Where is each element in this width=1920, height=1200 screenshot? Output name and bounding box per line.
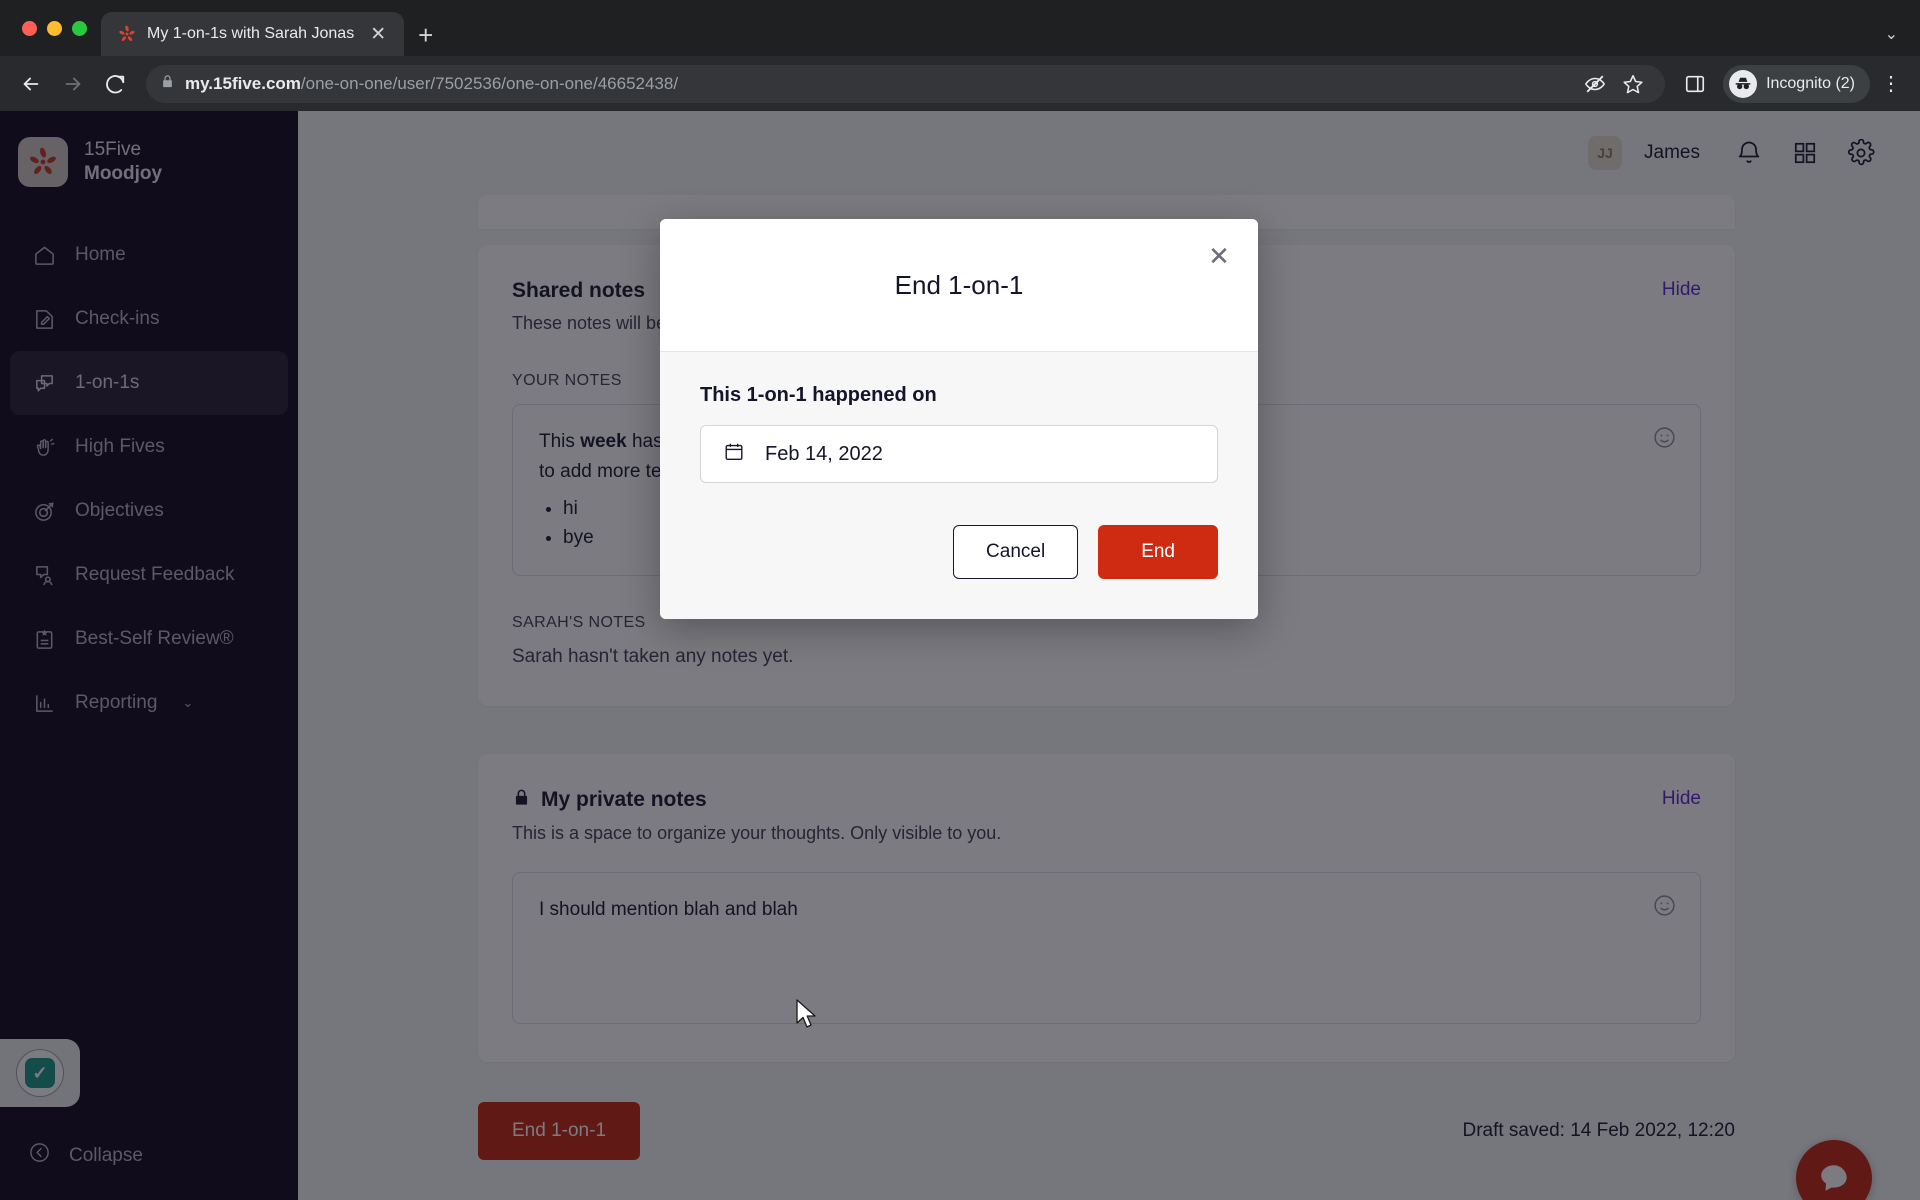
reload-button[interactable]	[96, 65, 134, 103]
close-icon[interactable]: ✕	[1204, 241, 1234, 271]
browser-menu-icon[interactable]: ⋮	[1874, 66, 1908, 102]
forward-button	[54, 65, 92, 103]
address-bar-actions	[1577, 66, 1651, 102]
browser-toolbar: my.15five.com/one-on-one/user/7502536/on…	[0, 56, 1920, 111]
modal-actions: Cancel End	[700, 525, 1218, 579]
close-window-button[interactable]	[22, 20, 37, 36]
window-traffic-lights	[16, 0, 101, 56]
modal-body: This 1-on-1 happened on Feb 14, 2022 Can…	[660, 352, 1258, 619]
end-button[interactable]: End	[1098, 525, 1218, 579]
browser-window: My 1-on-1s with Sarah Jonas ✕ + ⌄ my.15f…	[0, 0, 1920, 1200]
url-domain: my.15five.com	[185, 73, 301, 93]
bookmark-star-icon[interactable]	[1615, 66, 1651, 102]
date-field-label: This 1-on-1 happened on	[700, 384, 937, 406]
tab-list-chevron-down-icon[interactable]: ⌄	[1885, 24, 1898, 44]
profile-label: Incognito (2)	[1766, 74, 1855, 92]
maximize-window-button[interactable]	[72, 20, 87, 36]
minimize-window-button[interactable]	[47, 20, 62, 36]
end-one-on-one-modal: End 1-on-1 ✕ This 1-on-1 happened on Feb…	[660, 219, 1258, 619]
browser-tab-title: My 1-on-1s with Sarah Jonas	[147, 25, 355, 42]
date-picker-value: Feb 14, 2022	[765, 442, 883, 465]
tab-close-icon[interactable]: ✕	[364, 21, 392, 48]
cancel-button[interactable]: Cancel	[953, 525, 1079, 579]
calendar-icon	[723, 441, 745, 468]
profile-incognito-button[interactable]: Incognito (2)	[1723, 64, 1870, 103]
lock-icon	[160, 74, 175, 94]
favicon-15five-icon	[117, 24, 137, 44]
new-tab-button[interactable]: +	[418, 22, 433, 48]
modal-title: End 1-on-1	[894, 269, 1024, 300]
address-bar-url: my.15five.com/one-on-one/user/7502536/on…	[185, 74, 678, 94]
no-tracking-eye-icon[interactable]	[1577, 66, 1613, 102]
address-bar[interactable]: my.15five.com/one-on-one/user/7502536/on…	[146, 64, 1666, 103]
browser-tab[interactable]: My 1-on-1s with Sarah Jonas ✕	[101, 12, 405, 56]
back-button[interactable]	[12, 65, 50, 103]
date-picker-input[interactable]: Feb 14, 2022	[700, 425, 1218, 483]
modal-header: End 1-on-1 ✕	[660, 219, 1258, 352]
side-panel-icon[interactable]	[1677, 66, 1713, 102]
incognito-avatar-icon	[1729, 69, 1758, 98]
page-viewport: 15Five Moodjoy Home Check-ins	[0, 111, 1920, 1200]
browser-tab-strip: My 1-on-1s with Sarah Jonas ✕ + ⌄	[0, 0, 1920, 56]
url-path: /one-on-one/user/7502536/one-on-one/4665…	[300, 73, 679, 93]
